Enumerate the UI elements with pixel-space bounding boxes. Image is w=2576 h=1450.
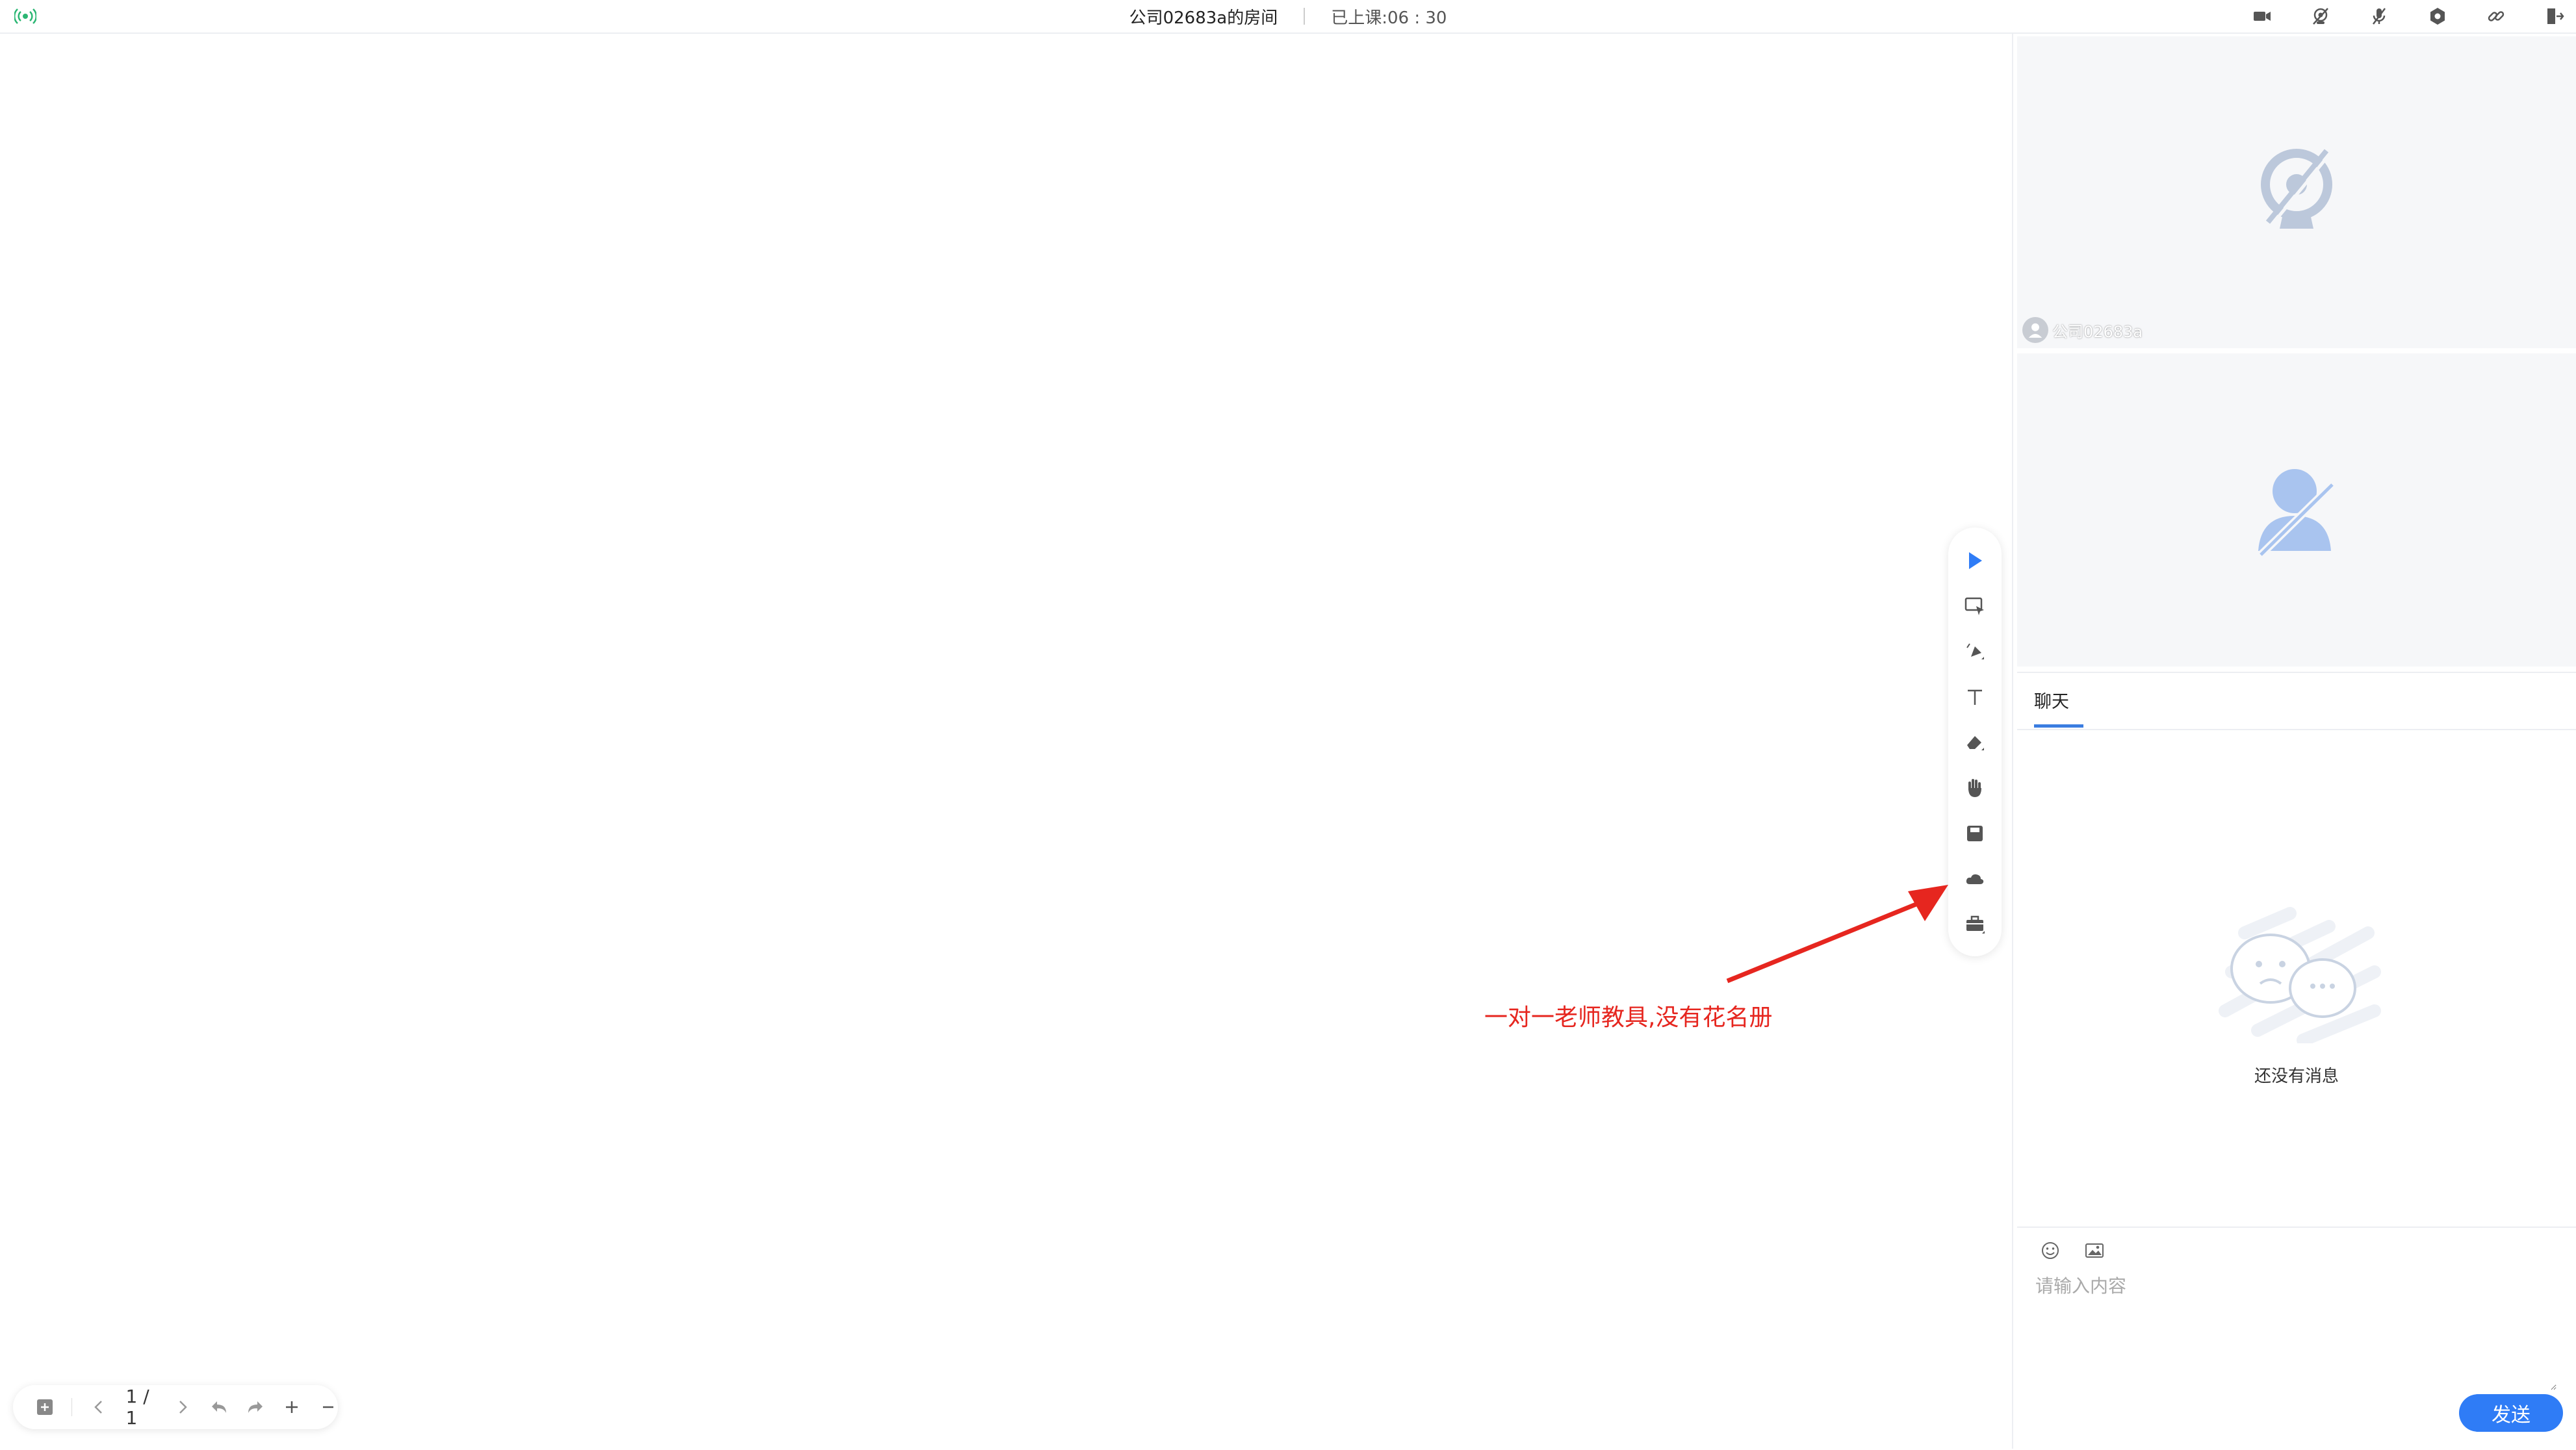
video-name-tag: 公司02683a — [2022, 317, 2143, 343]
whiteboard-canvas[interactable] — [0, 34, 2013, 1449]
top-bar: 公司02683a的房间 已上课:06 : 30 — [0, 0, 2576, 34]
chat-tabs: 聊天 — [2017, 673, 2576, 730]
empty-chat-text: 还没有消息 — [2254, 1067, 2339, 1086]
mic-off-icon[interactable] — [2369, 6, 2389, 26]
prev-page-icon[interactable] — [89, 1397, 109, 1417]
annotation-arrow — [1726, 885, 1948, 984]
hand-icon[interactable] — [1961, 774, 1989, 802]
empty-chat-illustration — [2219, 907, 2381, 1043]
settings-icon[interactable] — [2428, 6, 2447, 26]
cloud-icon[interactable] — [1961, 865, 1989, 893]
undo-icon[interactable] — [209, 1397, 229, 1417]
link-icon[interactable] — [2486, 6, 2506, 26]
exit-icon[interactable] — [2545, 6, 2564, 26]
image-icon[interactable] — [2083, 1240, 2106, 1262]
next-page-icon[interactable] — [173, 1397, 192, 1417]
camera-off-icon[interactable] — [2311, 6, 2330, 26]
select-icon[interactable] — [1961, 592, 1989, 620]
participant-name: 公司02683a — [2052, 322, 2143, 341]
class-timer: 已上课:06 : 30 — [1331, 8, 1447, 28]
whiteboard-toolbar — [1948, 528, 2002, 956]
zoom-in-icon[interactable] — [282, 1397, 302, 1417]
camera-off-icon — [2258, 146, 2336, 239]
save-icon[interactable] — [1961, 820, 1989, 847]
camera-icon[interactable] — [2252, 6, 2272, 26]
chat-panel: 聊天 还没有消息 — [2017, 672, 2576, 1225]
redo-icon[interactable] — [246, 1397, 265, 1417]
toolbox-icon[interactable] — [1961, 911, 1989, 938]
user-off-icon — [2254, 460, 2339, 560]
title-area: 公司02683a的房间 已上课:06 : 30 — [0, 0, 2576, 32]
pointer-icon[interactable] — [1961, 547, 1989, 574]
teacher-video: 公司02683a — [2017, 36, 2576, 348]
text-icon[interactable] — [1961, 683, 1989, 711]
emoji-icon[interactable] — [2039, 1240, 2061, 1262]
student-video — [2017, 353, 2576, 667]
eraser-icon[interactable] — [1961, 729, 1989, 756]
page-controls: 1 / 1 — [13, 1385, 338, 1429]
chat-message-input[interactable] — [2034, 1271, 2557, 1390]
tab-chat[interactable]: 聊天 — [2034, 687, 2083, 728]
pager-divider — [71, 1398, 73, 1416]
zoom-out-icon[interactable] — [318, 1397, 338, 1417]
annotation-text: 一对一老师教具,没有花名册 — [1484, 1004, 1773, 1031]
top-toolbar — [2252, 0, 2564, 32]
send-button[interactable]: 发送 — [2459, 1394, 2563, 1432]
chat-input-area: 发送 — [2017, 1227, 2576, 1450]
chat-input-tools — [2039, 1240, 2106, 1262]
add-page-button[interactable] — [35, 1397, 55, 1417]
title-divider — [1304, 8, 1306, 25]
avatar — [2022, 317, 2048, 343]
pen-icon[interactable] — [1961, 638, 1989, 665]
room-title: 公司02683a的房间 — [1129, 8, 1278, 28]
page-indicator: 1 / 1 — [125, 1386, 149, 1429]
